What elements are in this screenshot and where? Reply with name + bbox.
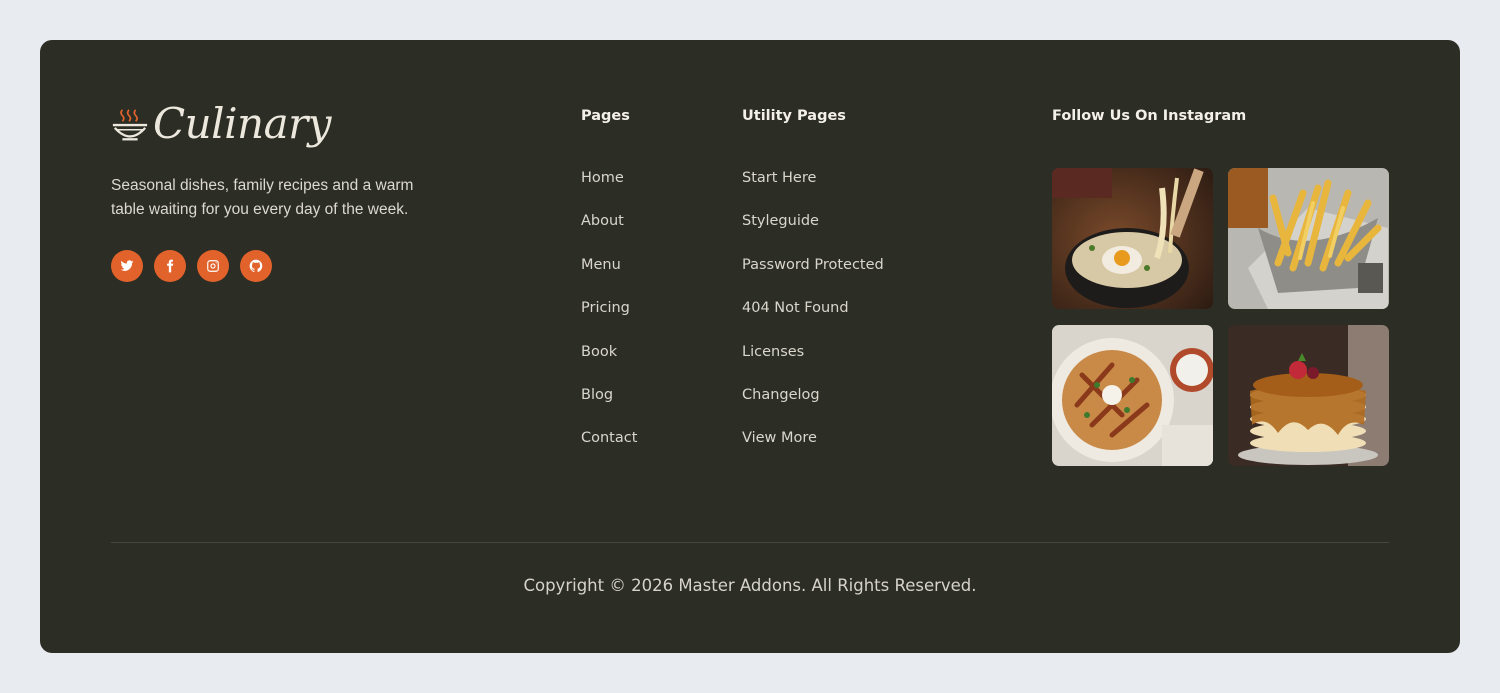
utility-pages-title: Utility Pages: [742, 108, 846, 124]
instagram-grid: [1052, 168, 1389, 466]
facebook-button[interactable]: [154, 250, 186, 282]
logo[interactable]: Culinary: [111, 100, 451, 148]
link-password-protected[interactable]: Password Protected: [742, 255, 884, 298]
footer-divider: [111, 542, 1389, 543]
link-pricing[interactable]: Pricing: [581, 298, 637, 341]
fries-image: [1228, 168, 1389, 309]
pages-links: Home About Menu Pricing Book Blog Contac…: [581, 168, 637, 472]
instagram-title: Follow Us On Instagram: [1052, 108, 1247, 124]
instagram-photo-loaded-fries[interactable]: [1052, 325, 1213, 466]
instagram-section: Follow Us On Instagram: [1052, 106, 1389, 466]
noodle-bowl-image: [1052, 168, 1213, 309]
link-book[interactable]: Book: [581, 342, 637, 385]
facebook-icon: [167, 259, 174, 273]
instagram-photo-noodle-bowl[interactable]: [1052, 168, 1213, 309]
instagram-photo-pancakes[interactable]: [1228, 325, 1389, 466]
pages-title: Pages: [581, 108, 630, 124]
twitter-button[interactable]: [111, 250, 143, 282]
loaded-fries-image: [1052, 325, 1213, 466]
link-404-not-found[interactable]: 404 Not Found: [742, 298, 884, 341]
link-blog[interactable]: Blog: [581, 385, 637, 428]
github-icon: [249, 259, 263, 273]
twitter-icon: [120, 260, 134, 271]
link-licenses[interactable]: Licenses: [742, 342, 884, 385]
brand-block: Culinary Seasonal dishes, family recipes…: [111, 100, 451, 282]
link-styleguide[interactable]: Styleguide: [742, 211, 884, 254]
link-home[interactable]: Home: [581, 168, 637, 211]
pages-column: Pages Home About Menu Pricing Book Blog …: [581, 106, 637, 472]
utility-pages-links: Start Here Styleguide Password Protected…: [742, 168, 884, 472]
brand-tagline: Seasonal dishes, family recipes and a wa…: [111, 177, 414, 218]
site-footer: Culinary Seasonal dishes, family recipes…: [40, 40, 1460, 653]
link-changelog[interactable]: Changelog: [742, 385, 884, 428]
link-view-more[interactable]: View More: [742, 428, 884, 471]
copyright-text: Copyright © 2026 Master Addons. All Righ…: [523, 576, 977, 595]
github-button[interactable]: [240, 250, 272, 282]
social-links: [111, 250, 451, 282]
instagram-button[interactable]: [197, 250, 229, 282]
instagram-icon: [207, 260, 219, 272]
link-start-here[interactable]: Start Here: [742, 168, 884, 211]
link-menu[interactable]: Menu: [581, 255, 637, 298]
link-about[interactable]: About: [581, 211, 637, 254]
pancakes-image: [1228, 325, 1389, 466]
brand-name: Culinary: [153, 99, 331, 148]
instagram-photo-fries[interactable]: [1228, 168, 1389, 309]
bowl-icon: [112, 109, 148, 141]
link-contact[interactable]: Contact: [581, 428, 637, 471]
utility-pages-column: Utility Pages Start Here Styleguide Pass…: [742, 106, 884, 472]
